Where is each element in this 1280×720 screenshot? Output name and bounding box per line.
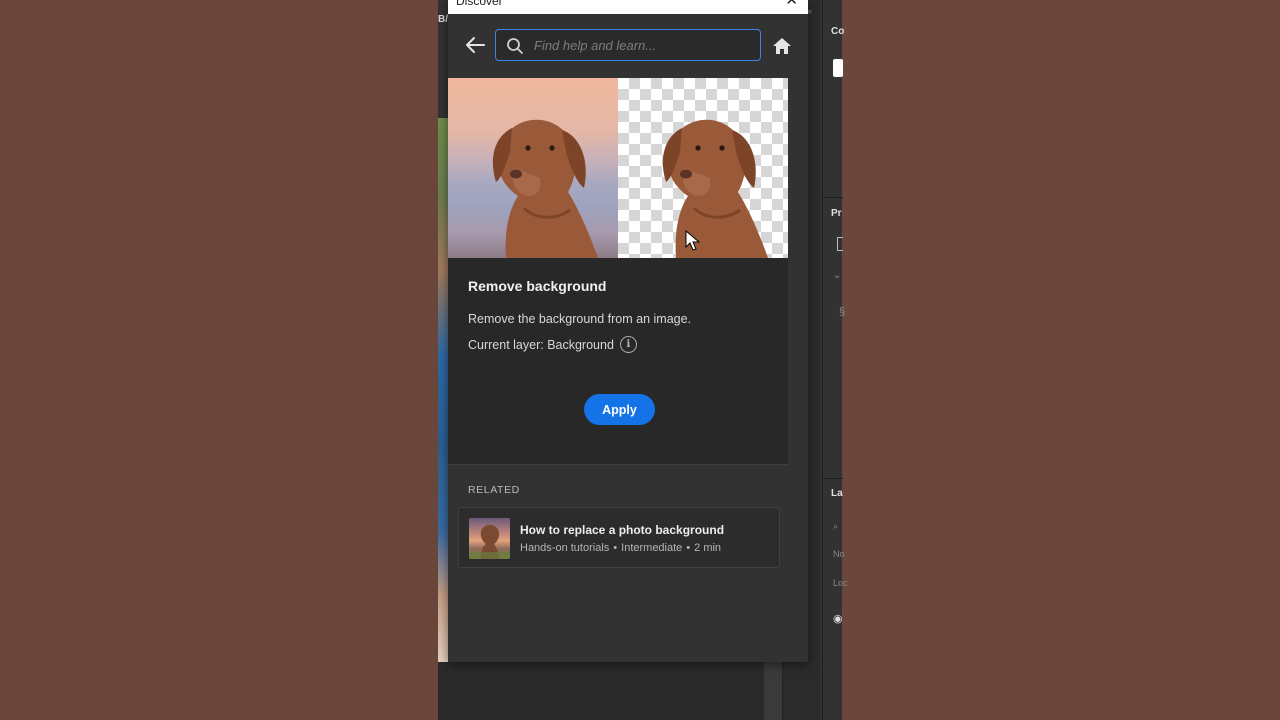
mouse-cursor-icon [685, 230, 701, 251]
panel-divider [823, 197, 843, 198]
right-panels: Co Pr ⌄ § La ⌕ No Loc ◉ [822, 0, 848, 720]
section-divider [448, 464, 788, 465]
current-layer-label: Current layer: Background [468, 337, 614, 352]
meta-separator: • [686, 542, 691, 554]
related-item-meta: Hands-on tutorials • Intermediate • 2 min [520, 542, 721, 554]
feature-card: Remove background Remove the background … [448, 78, 788, 464]
apply-button[interactable]: Apply [584, 394, 655, 425]
related-item-title: How to replace a photo background [520, 523, 725, 537]
close-icon[interactable]: ✕ [785, 0, 798, 9]
canvas-image-strip [438, 118, 448, 662]
panel-divider [823, 478, 843, 479]
lock-label-fragment: Loc [833, 578, 848, 588]
arrow-left-icon[interactable] [464, 36, 486, 54]
workspace-bottom [438, 662, 764, 720]
tutorial-level: Intermediate [621, 542, 683, 554]
dog-cutout-image [662, 119, 768, 258]
document-tab-fragment[interactable]: B/ [438, 14, 448, 32]
discover-toolbar [448, 14, 808, 78]
panel-tab-color[interactable]: Co [831, 26, 844, 37]
layer-search-icon[interactable]: ⌕ [833, 521, 838, 532]
tutorial-duration: 2 min [694, 542, 722, 554]
dog-image [492, 119, 598, 258]
search-icon [507, 38, 523, 54]
related-tutorial-item[interactable]: How to replace a photo background Hands-… [458, 507, 780, 568]
chevron-down-icon[interactable]: ⌄ [833, 270, 841, 281]
discover-dialog: Discover ✕ Find help and learn... Remove… [448, 0, 808, 662]
feature-title: Remove background [468, 278, 607, 294]
related-section-label: RELATED [468, 484, 520, 496]
dialog-title: Discover [456, 0, 503, 8]
dialog-titlebar: Discover ✕ [448, 0, 808, 14]
blend-mode-fragment[interactable]: No [833, 549, 845, 559]
tutorial-thumbnail [469, 518, 510, 559]
panel-tab-layers[interactable]: La [831, 488, 843, 499]
search-box[interactable] [495, 29, 761, 61]
info-icon[interactable]: i [619, 336, 637, 353]
panel-tab-properties[interactable]: Pr [831, 208, 842, 219]
search-input[interactable] [534, 35, 754, 55]
color-swatch[interactable] [833, 59, 843, 77]
before-after-image [448, 78, 788, 258]
workspace-bottom-column [764, 662, 782, 720]
dog-thumbnail-icon [469, 524, 510, 559]
visibility-eye-icon[interactable]: ◉ [833, 612, 843, 625]
link-icon[interactable]: § [839, 306, 845, 318]
meta-separator: • [613, 542, 618, 554]
home-icon[interactable] [771, 36, 793, 56]
tutorial-type: Hands-on tutorials [520, 542, 610, 554]
feature-description: Remove the background from an image. [468, 312, 692, 326]
current-layer-info: Current layer: Background i [468, 336, 637, 353]
properties-icon [837, 237, 843, 251]
